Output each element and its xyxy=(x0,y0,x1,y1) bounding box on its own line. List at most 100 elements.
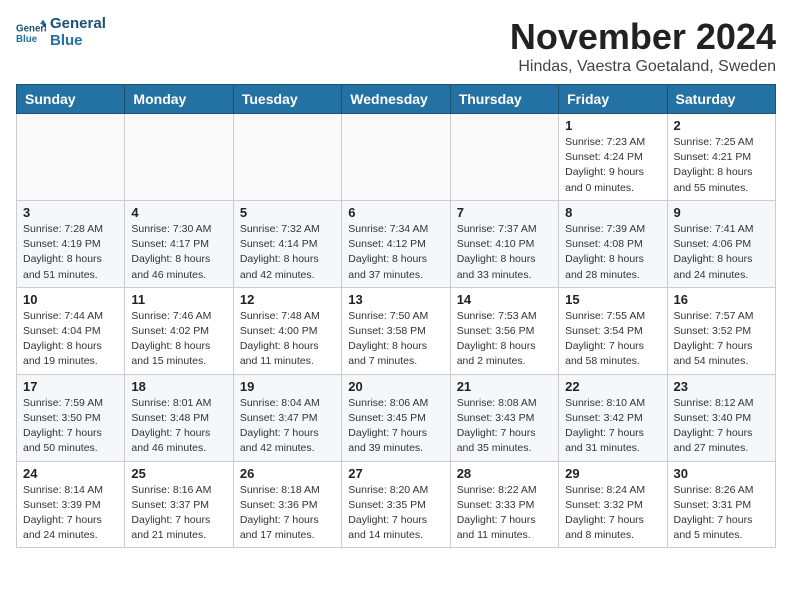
calendar-cell xyxy=(233,114,341,201)
calendar-cell: 22 Sunrise: 8:10 AM Sunset: 3:42 PM Dayli… xyxy=(559,374,667,461)
calendar-cell: 29 Sunrise: 8:24 AM Sunset: 3:32 PM Dayli… xyxy=(559,461,667,548)
day-number: 6 xyxy=(348,205,443,220)
location-subtitle: Hindas, Vaestra Goetaland, Sweden xyxy=(510,58,776,76)
day-info: Sunrise: 8:10 AM Sunset: 3:42 PM Dayligh… xyxy=(565,396,660,457)
day-number: 24 xyxy=(23,466,118,481)
day-number: 10 xyxy=(23,292,118,307)
weekday-header-sunday: Sunday xyxy=(17,85,125,114)
calendar-cell: 5Sunrise: 7:32 AM Sunset: 4:14 PM Daylig… xyxy=(233,200,341,287)
calendar-cell: 12 Sunrise: 7:48 AM Sunset: 4:00 PM Dayli… xyxy=(233,287,341,374)
weekday-header-thursday: Thursday xyxy=(450,85,558,114)
calendar-cell: 14Sunrise: 7:53 AM Sunset: 3:56 PM Dayli… xyxy=(450,287,558,374)
day-number: 16 xyxy=(674,292,769,307)
day-number: 23 xyxy=(674,379,769,394)
day-number: 14 xyxy=(457,292,552,307)
calendar-cell: 19Sunrise: 8:04 AM Sunset: 3:47 PM Dayli… xyxy=(233,374,341,461)
logo-general: General xyxy=(50,16,106,33)
calendar-cell xyxy=(17,114,125,201)
day-number: 21 xyxy=(457,379,552,394)
calendar-cell: 6 Sunrise: 7:34 AM Sunset: 4:12 PM Daylig… xyxy=(342,200,450,287)
day-number: 20 xyxy=(348,379,443,394)
day-info: Sunrise: 7:39 AM Sunset: 4:08 PM Dayligh… xyxy=(565,222,660,283)
month-title: November 2024 xyxy=(510,16,776,58)
day-number: 26 xyxy=(240,466,335,481)
day-number: 17 xyxy=(23,379,118,394)
day-number: 15 xyxy=(565,292,660,307)
day-info: Sunrise: 8:08 AM Sunset: 3:43 PM Dayligh… xyxy=(457,396,552,457)
day-info: Sunrise: 8:12 AM Sunset: 3:40 PM Dayligh… xyxy=(674,396,769,457)
day-number: 12 xyxy=(240,292,335,307)
day-info: Sunrise: 7:46 AM Sunset: 4:02 PM Dayligh… xyxy=(131,309,226,370)
day-info: Sunrise: 8:04 AM Sunset: 3:47 PM Dayligh… xyxy=(240,396,335,457)
svg-text:Blue: Blue xyxy=(16,34,38,45)
calendar-cell: 17 Sunrise: 7:59 AM Sunset: 3:50 PM Dayli… xyxy=(17,374,125,461)
day-info: Sunrise: 7:37 AM Sunset: 4:10 PM Dayligh… xyxy=(457,222,552,283)
day-info: Sunrise: 8:06 AM Sunset: 3:45 PM Dayligh… xyxy=(348,396,443,457)
calendar-cell: 20 Sunrise: 8:06 AM Sunset: 3:45 PM Dayli… xyxy=(342,374,450,461)
day-info: Sunrise: 7:59 AM Sunset: 3:50 PM Dayligh… xyxy=(23,396,118,457)
weekday-header-friday: Friday xyxy=(559,85,667,114)
calendar-cell: 2 Sunrise: 7:25 AM Sunset: 4:21 PM Daylig… xyxy=(667,114,775,201)
day-info: Sunrise: 7:48 AM Sunset: 4:00 PM Dayligh… xyxy=(240,309,335,370)
day-info: Sunrise: 7:23 AM Sunset: 4:24 PM Dayligh… xyxy=(565,135,660,196)
calendar-cell: 7Sunrise: 7:37 AM Sunset: 4:10 PM Daylig… xyxy=(450,200,558,287)
day-number: 22 xyxy=(565,379,660,394)
calendar-cell: 15 Sunrise: 7:55 AM Sunset: 3:54 PM Dayli… xyxy=(559,287,667,374)
svg-text:General: General xyxy=(16,23,46,34)
day-info: Sunrise: 7:28 AM Sunset: 4:19 PM Dayligh… xyxy=(23,222,118,283)
calendar-cell: 27 Sunrise: 8:20 AM Sunset: 3:35 PM Dayli… xyxy=(342,461,450,548)
logo-blue: Blue xyxy=(50,33,106,50)
day-info: Sunrise: 7:41 AM Sunset: 4:06 PM Dayligh… xyxy=(674,222,769,283)
title-block: November 2024 Hindas, Vaestra Goetaland,… xyxy=(510,16,776,76)
weekday-header-saturday: Saturday xyxy=(667,85,775,114)
calendar-cell: 11Sunrise: 7:46 AM Sunset: 4:02 PM Dayli… xyxy=(125,287,233,374)
calendar-cell: 16 Sunrise: 7:57 AM Sunset: 3:52 PM Dayli… xyxy=(667,287,775,374)
day-info: Sunrise: 7:55 AM Sunset: 3:54 PM Dayligh… xyxy=(565,309,660,370)
calendar-week-5: 24 Sunrise: 8:14 AM Sunset: 3:39 PM Dayli… xyxy=(17,461,776,548)
day-info: Sunrise: 8:24 AM Sunset: 3:32 PM Dayligh… xyxy=(565,483,660,544)
calendar-cell xyxy=(342,114,450,201)
day-number: 30 xyxy=(674,466,769,481)
calendar-cell: 4Sunrise: 7:30 AM Sunset: 4:17 PM Daylig… xyxy=(125,200,233,287)
calendar-cell: 10Sunrise: 7:44 AM Sunset: 4:04 PM Dayli… xyxy=(17,287,125,374)
calendar-cell: 24 Sunrise: 8:14 AM Sunset: 3:39 PM Dayli… xyxy=(17,461,125,548)
calendar-cell: 8 Sunrise: 7:39 AM Sunset: 4:08 PM Daylig… xyxy=(559,200,667,287)
day-info: Sunrise: 8:16 AM Sunset: 3:37 PM Dayligh… xyxy=(131,483,226,544)
calendar-week-2: 3 Sunrise: 7:28 AM Sunset: 4:19 PM Daylig… xyxy=(17,200,776,287)
day-info: Sunrise: 7:57 AM Sunset: 3:52 PM Dayligh… xyxy=(674,309,769,370)
calendar-week-1: 1 Sunrise: 7:23 AM Sunset: 4:24 PM Daylig… xyxy=(17,114,776,201)
logo: General Blue General Blue xyxy=(16,16,106,49)
calendar-cell: 26Sunrise: 8:18 AM Sunset: 3:36 PM Dayli… xyxy=(233,461,341,548)
logo-icon: General Blue xyxy=(16,18,46,48)
day-number: 28 xyxy=(457,466,552,481)
day-number: 8 xyxy=(565,205,660,220)
day-number: 25 xyxy=(131,466,226,481)
calendar-cell xyxy=(450,114,558,201)
day-info: Sunrise: 8:14 AM Sunset: 3:39 PM Dayligh… xyxy=(23,483,118,544)
calendar-cell xyxy=(125,114,233,201)
day-info: Sunrise: 7:25 AM Sunset: 4:21 PM Dayligh… xyxy=(674,135,769,196)
day-number: 5 xyxy=(240,205,335,220)
calendar-cell: 1 Sunrise: 7:23 AM Sunset: 4:24 PM Daylig… xyxy=(559,114,667,201)
day-number: 2 xyxy=(674,118,769,133)
day-number: 18 xyxy=(131,379,226,394)
day-info: Sunrise: 8:26 AM Sunset: 3:31 PM Dayligh… xyxy=(674,483,769,544)
day-info: Sunrise: 8:20 AM Sunset: 3:35 PM Dayligh… xyxy=(348,483,443,544)
calendar-cell: 21 Sunrise: 8:08 AM Sunset: 3:43 PM Dayli… xyxy=(450,374,558,461)
day-number: 3 xyxy=(23,205,118,220)
calendar-table: SundayMondayTuesdayWednesdayThursdayFrid… xyxy=(16,84,776,548)
calendar-cell: 3 Sunrise: 7:28 AM Sunset: 4:19 PM Daylig… xyxy=(17,200,125,287)
calendar-cell: 30 Sunrise: 8:26 AM Sunset: 3:31 PM Dayli… xyxy=(667,461,775,548)
day-info: Sunrise: 8:22 AM Sunset: 3:33 PM Dayligh… xyxy=(457,483,552,544)
weekday-header-tuesday: Tuesday xyxy=(233,85,341,114)
weekday-header-wednesday: Wednesday xyxy=(342,85,450,114)
weekday-header-row: SundayMondayTuesdayWednesdayThursdayFrid… xyxy=(17,85,776,114)
day-info: Sunrise: 7:50 AM Sunset: 3:58 PM Dayligh… xyxy=(348,309,443,370)
day-number: 1 xyxy=(565,118,660,133)
weekday-header-monday: Monday xyxy=(125,85,233,114)
day-number: 27 xyxy=(348,466,443,481)
day-info: Sunrise: 7:34 AM Sunset: 4:12 PM Dayligh… xyxy=(348,222,443,283)
day-number: 29 xyxy=(565,466,660,481)
day-number: 13 xyxy=(348,292,443,307)
calendar-cell: 18Sunrise: 8:01 AM Sunset: 3:48 PM Dayli… xyxy=(125,374,233,461)
